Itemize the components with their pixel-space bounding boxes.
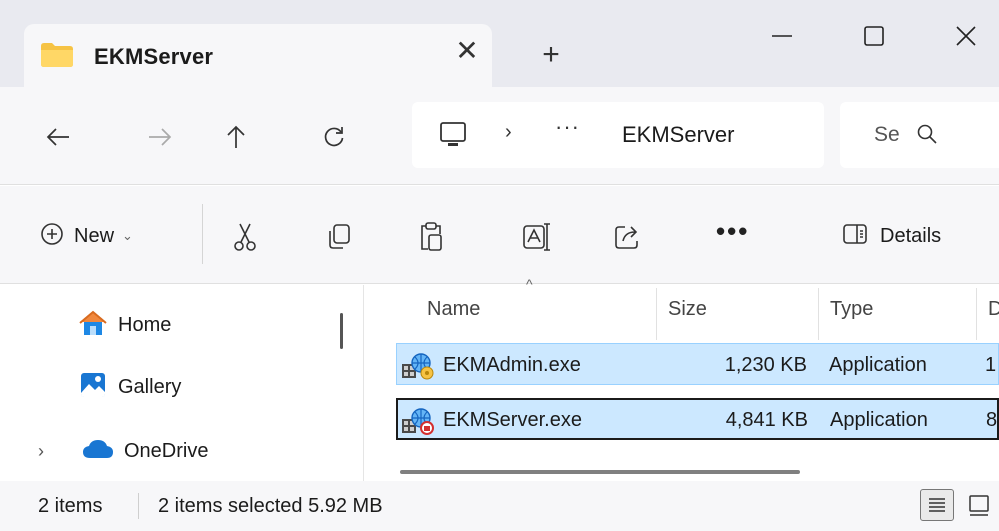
share-icon[interactable] [610,220,644,254]
chevron-down-icon: ⌄ [122,228,133,243]
file-name[interactable]: EKMAdmin.exe [443,354,581,377]
home-icon [78,310,108,341]
copy-icon[interactable] [322,220,356,254]
column-divider[interactable] [976,288,977,340]
title-bar: EKMServer ✕ + [0,0,999,87]
new-button[interactable]: New ⌄ [40,220,133,252]
file-date: 8 [986,409,998,431]
tab-ekmserver[interactable]: EKMServer ✕ [24,24,492,87]
cut-icon[interactable] [228,220,262,254]
refresh-icon[interactable] [316,121,352,153]
file-type: Application [829,354,927,376]
rename-icon[interactable] [520,220,554,254]
cloud-icon [82,438,114,465]
file-size: 1,230 KB [724,354,807,376]
file-row[interactable]: EKMServer.exe 4,841 KB Application 8 [396,398,999,440]
column-header-type[interactable]: Type [830,298,873,321]
sort-ascending-icon: ^ [526,276,533,292]
details-pane-button[interactable]: Details [842,220,941,252]
status-bar: 2 items 2 items selected 5.92 MB [0,481,999,531]
plus-circle-icon [40,222,64,251]
command-bar: New ⌄ ••• Details [0,186,999,284]
back-arrow-icon[interactable] [40,121,76,153]
folder-icon [40,42,74,68]
up-arrow-icon[interactable] [218,121,254,153]
new-tab-button[interactable]: + [536,40,566,70]
paste-icon[interactable] [414,220,448,254]
status-separator [138,493,139,519]
navigation-bar: › ··· EKMServer Se [0,87,999,185]
sidebar-item-label: OneDrive [124,439,209,462]
file-date: 1 [985,354,997,376]
tiles-view-icon[interactable] [962,489,996,521]
maximize-icon[interactable] [852,18,896,54]
sidebar-item-onedrive[interactable]: › OneDrive [38,434,208,468]
column-header-size[interactable]: Size [668,298,707,321]
sidebar-item-label: Gallery [118,375,182,398]
minimize-icon[interactable] [760,18,804,54]
column-header-date[interactable]: D [988,298,999,321]
sidebar-scrollbar[interactable] [340,313,343,349]
column-divider[interactable] [818,288,819,340]
expand-chevron-icon[interactable]: › [38,441,64,462]
file-name[interactable]: EKMServer.exe [443,409,582,432]
file-type: Application [830,409,928,431]
tab-close-icon[interactable]: ✕ [452,36,482,66]
item-count: 2 items [38,495,103,517]
exe-admin-icon [401,352,437,385]
sidebar-item-label: Home [118,313,172,336]
column-divider[interactable] [656,288,657,340]
horizontal-scrollbar[interactable] [400,470,800,474]
forward-arrow-icon[interactable] [142,121,178,153]
breadcrumb-chevron-icon[interactable]: › [505,121,512,144]
address-bar[interactable]: › ··· EKMServer [412,102,824,168]
new-button-label: New [74,224,115,247]
search-placeholder[interactable]: Se [874,123,902,147]
file-size: 4,841 KB [725,409,808,431]
search-box[interactable]: Se [840,102,999,168]
selection-summary: 2 items selected 5.92 MB [158,495,383,517]
details-button-label: Details [880,224,942,247]
exe-server-icon [401,407,437,440]
sidebar-item-home[interactable]: Home [78,308,171,342]
command-separator [202,204,203,264]
breadcrumb-current-folder[interactable]: EKMServer [622,122,734,148]
more-options-button[interactable]: ••• [716,216,749,247]
breadcrumb-overflow-button[interactable]: ··· [555,114,580,140]
sidebar-item-gallery[interactable]: Gallery [78,370,181,404]
file-row[interactable]: EKMAdmin.exe 1,230 KB Application 1 [396,343,999,385]
column-header-name[interactable]: Name [427,298,480,321]
details-pane-icon [842,223,868,250]
gallery-icon [78,371,108,404]
close-icon[interactable] [944,18,988,54]
tab-title: EKMServer [94,44,214,69]
this-pc-icon[interactable] [438,120,468,155]
search-icon[interactable] [916,123,938,150]
details-view-icon[interactable] [920,489,954,521]
